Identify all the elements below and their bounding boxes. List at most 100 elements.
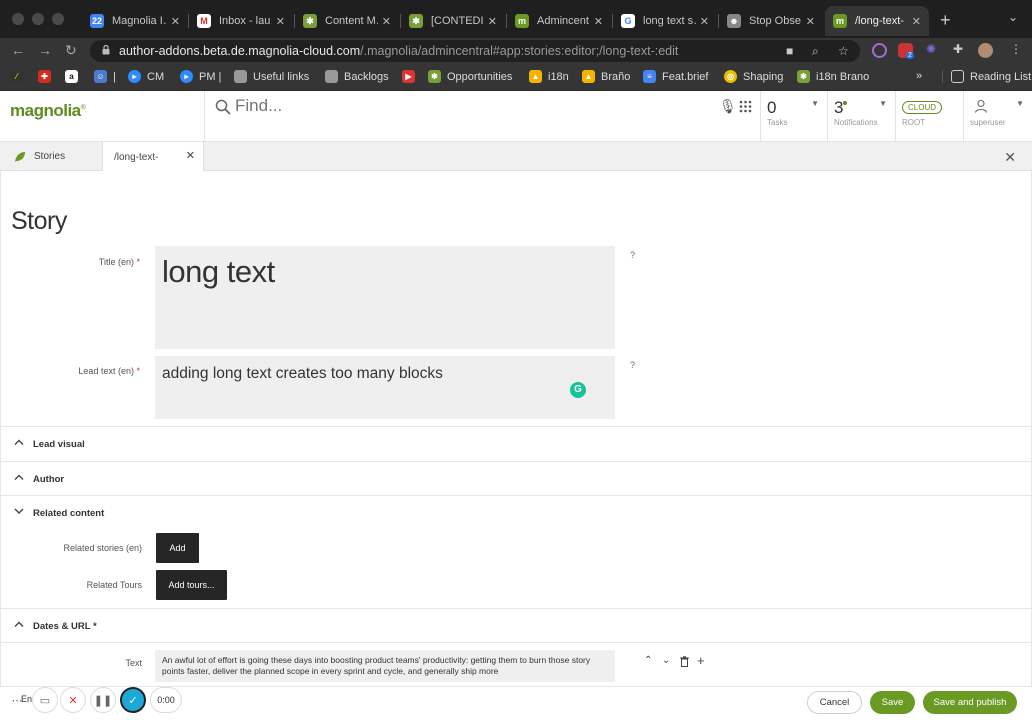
close-icon[interactable]: ✕ — [186, 149, 195, 162]
bookmark-item[interactable]: a — [65, 70, 84, 83]
notifications-count-wrap: 3 — [834, 98, 848, 118]
browser-tab-1[interactable]: 22 Magnolia I… ✕ — [82, 6, 188, 36]
tasks-indicator[interactable]: 0 Tasks ▼ — [760, 91, 827, 142]
bookmarks-overflow[interactable]: » — [916, 70, 922, 82]
cancel-button[interactable]: Cancel — [807, 691, 862, 714]
microphone-icon[interactable]: 🎙 — [719, 98, 737, 115]
url-text[interactable]: author-addons.beta.de.magnolia-cloud.com… — [119, 44, 678, 58]
camera-icon[interactable]: ■ — [786, 44, 793, 58]
close-icon[interactable]: ✕ — [806, 15, 815, 28]
save-and-publish-button[interactable]: Save and publish — [923, 691, 1017, 714]
reading-list[interactable]: Reading List — [942, 70, 1031, 83]
omnibox[interactable]: author-addons.beta.de.magnolia-cloud.com… — [90, 40, 860, 62]
close-icon[interactable]: ✕ — [594, 15, 603, 28]
window-close-dot[interactable] — [12, 13, 24, 25]
forward-arrow-icon[interactable]: → — [38, 42, 52, 58]
close-icon[interactable]: ✕ — [276, 15, 285, 28]
browser-tab-4[interactable]: ✱ [CONTEDI… ✕ — [401, 6, 505, 36]
bookmark-star-icon[interactable]: ☆ — [838, 44, 849, 58]
browser-tab-3[interactable]: ✱ Content M… ✕ — [295, 6, 399, 36]
extension-circle-icon[interactable] — [872, 43, 887, 58]
notifications-indicator[interactable]: 3 Notifications ▼ — [827, 91, 895, 142]
title-help-icon[interactable]: ? — [630, 250, 635, 260]
extension-flower-icon[interactable]: ✺ — [926, 42, 936, 56]
bookmark-item[interactable]: ▸ CM — [128, 70, 164, 83]
add-block-plus-icon[interactable]: + — [697, 653, 705, 668]
window-minimize-dot[interactable] — [32, 13, 44, 25]
tab-editor-long-text[interactable]: /long-text- ✕ — [102, 142, 204, 172]
bookmarks-bar: ⁄ ✚ a ☺ | ▸ CM ▸ PM | Useful links Backlogs… — [0, 64, 1032, 91]
bookmark-item[interactable]: ▸ PM | — [180, 70, 221, 83]
zoom-icon: ▸ — [128, 70, 141, 83]
lead-help-icon[interactable]: ? — [630, 360, 635, 370]
environment-indicator[interactable]: CLOUD ROOT — [895, 91, 963, 142]
app-launcher-grid-icon[interactable] — [739, 100, 752, 113]
finish-check-icon[interactable]: ✓ — [120, 687, 146, 713]
bookmark-item[interactable]: ✱ Opportunities — [428, 70, 512, 83]
text-block-field[interactable]: An awful lot of effort is going these da… — [155, 650, 615, 682]
pause-icon[interactable]: ❚❚ — [90, 687, 116, 713]
puzzle-icon[interactable]: ✚ — [953, 42, 963, 56]
magnolia-icon: m — [515, 14, 529, 28]
tab-title: Stop Obse… — [749, 15, 802, 27]
discard-icon[interactable]: ✕ — [60, 687, 86, 713]
chevron-down-icon[interactable] — [14, 507, 24, 515]
reload-icon[interactable]: ↻ — [65, 42, 77, 59]
move-down-icon[interactable]: ⌄ — [662, 655, 670, 666]
new-tab-plus-icon[interactable]: + — [940, 10, 951, 31]
section-author[interactable]: Author — [1, 461, 1031, 496]
bookmark-item[interactable]: ◎ Shaping — [724, 70, 783, 83]
move-up-icon[interactable]: ⌃ — [644, 655, 652, 666]
chevron-down-icon: ▼ — [811, 99, 819, 108]
browser-tab-8-active[interactable]: m /long-text- ✕ — [825, 6, 929, 36]
bookmark-item[interactable]: ☺ | — [94, 70, 116, 83]
tab-stories[interactable]: Stories — [14, 142, 65, 171]
browser-tab-2[interactable]: M Inbox - lau… ✕ — [189, 6, 293, 36]
lead-text-field[interactable]: adding long text creates too many blocks — [155, 356, 615, 419]
profile-avatar-icon[interactable] — [978, 43, 993, 58]
title-field[interactable]: long text — [155, 246, 615, 349]
tab-title: long text s… — [643, 15, 696, 27]
browser-tab-7[interactable]: ☻ Stop Obse… ✕ — [719, 6, 823, 36]
save-button[interactable]: Save — [870, 691, 915, 714]
section-lead-visual[interactable]: Lead visual — [1, 426, 1031, 461]
close-icon[interactable]: ✕ — [700, 15, 709, 28]
browser-tab-6[interactable]: G long text s… ✕ — [613, 6, 717, 36]
search-icon — [215, 99, 231, 115]
close-icon[interactable]: ✕ — [171, 15, 180, 28]
back-arrow-icon[interactable]: ← — [11, 42, 25, 58]
add-related-stories-button[interactable]: Add — [156, 533, 199, 563]
tasks-label: Tasks — [767, 118, 788, 127]
zoom-icon[interactable]: ⌕ — [812, 44, 819, 59]
grammarly-icon[interactable]: G — [570, 382, 586, 398]
section-title[interactable]: Related content — [33, 508, 104, 519]
user-menu[interactable]: superuser ▼ — [963, 91, 1032, 142]
kebab-menu-icon[interactable]: ⋮ — [1010, 42, 1022, 56]
magnolia-logo[interactable]: magnolia® — [10, 101, 86, 121]
close-icon[interactable]: ✕ — [488, 15, 497, 28]
bookmark-item[interactable]: ⁄ — [10, 70, 29, 83]
camera-off-icon[interactable]: ▭ — [32, 687, 58, 713]
bookmark-item[interactable]: ✚ — [38, 70, 57, 83]
close-app-icon[interactable]: ✕ — [1004, 149, 1016, 166]
find-input[interactable] — [235, 96, 705, 116]
add-tours-button[interactable]: Add tours... — [156, 570, 227, 600]
bookmark-item[interactable]: ▲ Braño — [582, 70, 630, 83]
browser-tab-5[interactable]: m Admincent… ✕ — [507, 6, 611, 36]
close-icon[interactable]: ✕ — [382, 15, 391, 28]
bookmark-item[interactable]: ▲ i18n — [529, 70, 569, 83]
section-title[interactable]: Dates & URL * — [33, 621, 97, 632]
bookmark-item[interactable]: ▶ — [402, 70, 421, 83]
trash-icon[interactable] — [680, 656, 689, 667]
address-bar: ← → ↻ author-addons.beta.de.magnolia-clo… — [0, 38, 1032, 64]
bookmark-item[interactable]: ≡ Feat.brief — [643, 70, 708, 83]
tab-search-chevron-icon[interactable]: ⌄ — [1008, 10, 1018, 24]
bookmark-item[interactable]: ✱ i18n Brano — [797, 70, 869, 83]
bookmark-folder[interactable]: Backlogs — [325, 70, 389, 83]
close-icon[interactable]: ✕ — [912, 15, 921, 28]
bookmark-folder[interactable]: Useful links — [234, 70, 309, 83]
chevron-up-icon — [14, 474, 24, 480]
window-zoom-dot[interactable] — [52, 13, 64, 25]
chevron-up-icon[interactable] — [14, 620, 24, 628]
amazon-icon: a — [65, 70, 78, 83]
